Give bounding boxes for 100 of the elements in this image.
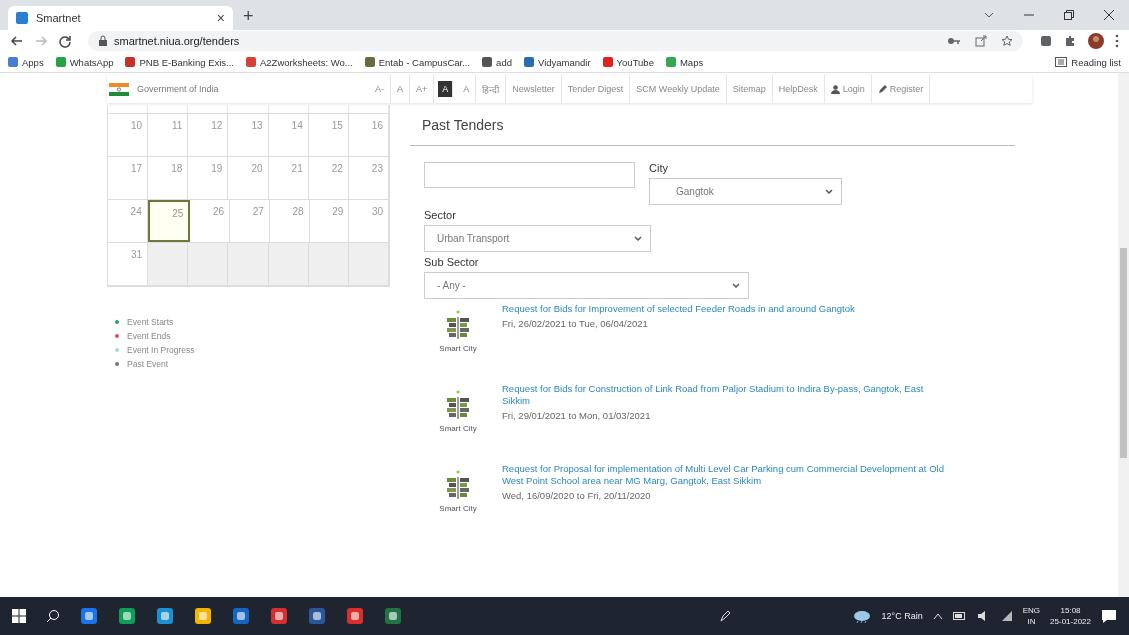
bookmark-link[interactable]: Apps <box>8 56 44 68</box>
taskbar-app-icon[interactable] <box>346 607 364 625</box>
site-icon <box>16 12 28 24</box>
subsector-select[interactable]: - Any - <box>424 272 749 299</box>
logo-caption: Smart City <box>439 344 477 353</box>
bookmark-link[interactable]: Entab - CampusCar... <box>364 56 471 68</box>
sector-select[interactable]: Urban Transport <box>424 225 651 252</box>
bookmark-link[interactable]: Vidyamandir <box>523 56 591 68</box>
reload-icon[interactable] <box>58 34 72 48</box>
browser-tab[interactable]: Smartnet × <box>8 6 233 30</box>
bookmark-link[interactable]: PNB E-Banking Exis... <box>125 56 234 68</box>
key-icon[interactable] <box>947 36 961 46</box>
address-field[interactable]: smartnet.niua.org/tenders <box>88 31 1023 51</box>
calendar-day[interactable]: 21 <box>268 157 309 199</box>
calendar-day[interactable]: 18 <box>148 157 189 199</box>
logo-caption: Smart City <box>439 504 477 513</box>
star-icon[interactable] <box>1001 35 1013 47</box>
puzzle-icon[interactable] <box>1063 34 1077 48</box>
calendar-day[interactable]: 13 <box>228 114 269 156</box>
menu-icon[interactable] <box>1115 34 1119 48</box>
logo-caption: Smart City <box>439 424 477 433</box>
font-size-button[interactable]: A- <box>369 75 391 103</box>
avatar-icon[interactable] <box>1087 32 1105 50</box>
calendar-day[interactable]: 19 <box>188 157 229 199</box>
taskbar-app-icon[interactable] <box>384 607 402 625</box>
wifi-icon[interactable] <box>1000 610 1013 622</box>
calendar-day[interactable]: 14 <box>268 114 309 156</box>
nav-link[interactable]: Login <box>824 75 872 103</box>
taskbar-app-icon[interactable] <box>118 607 136 625</box>
language-indicator[interactable]: ENG IN <box>1022 605 1041 627</box>
field-label: City <box>649 162 669 174</box>
reading-list-button[interactable]: Reading list <box>1055 56 1121 68</box>
city-select[interactable]: Gangtok <box>649 178 842 205</box>
tender-link[interactable]: Request for Bids for Construction of Link Road from Paljor Stadium to Indira By-pass, Gangtok, East Sikkim <box>502 383 947 407</box>
nav-link[interactable]: Newsletter <box>506 75 562 103</box>
calendar-day[interactable]: 15 <box>308 114 349 156</box>
tender-dates: Fri, 29/01/2021 to Mon, 01/03/2021 <box>502 410 652 422</box>
calendar-day[interactable]: 28 <box>269 200 310 242</box>
weather-text[interactable]: 12°C Rain <box>881 611 923 621</box>
calendar-day[interactable]: 27 <box>230 200 270 242</box>
bookmark-link[interactable]: add <box>482 56 512 68</box>
bookmark-link[interactable]: YouTube <box>602 56 654 68</box>
tender-link[interactable]: Request for Proposal for implementation of Multi Level Car Parking cum Commercial Development at Old West Point School area near MG Marg, Gangtok, East Sikkim <box>502 463 947 487</box>
font-size-button[interactable]: A+ <box>410 75 435 103</box>
font-size-button[interactable]: A <box>457 75 477 103</box>
taskbar-app-icon[interactable] <box>80 607 98 625</box>
back-icon[interactable] <box>10 34 24 48</box>
bookmark-link[interactable]: WhatsApp <box>55 56 114 68</box>
share-icon[interactable] <box>975 35 987 47</box>
taskbar-app-icon[interactable] <box>308 607 326 625</box>
font-size-button[interactable]: A <box>438 81 454 97</box>
nav-link[interactable]: Tender Digest <box>561 75 631 103</box>
calendar-day[interactable]: 16 <box>348 114 389 156</box>
user-icon <box>830 84 840 94</box>
battery-icon[interactable] <box>952 611 967 621</box>
bookmark-link[interactable]: Maps <box>665 56 704 68</box>
scrollbar[interactable] <box>1118 73 1129 597</box>
nav-link[interactable]: SCM Weekly Update <box>630 75 727 103</box>
calendar-day[interactable]: 17 <box>108 157 149 199</box>
nav-link[interactable]: Register <box>871 75 931 103</box>
taskbar-app-icon[interactable] <box>194 607 212 625</box>
calendar-day[interactable]: 26 <box>190 200 231 242</box>
calendar-day[interactable]: 23 <box>348 157 389 199</box>
tab-title: Smartnet <box>36 12 82 24</box>
tender-link[interactable]: Request for Bids for Improvement of selected Feeder Roads in and around Gangtok <box>502 303 947 315</box>
nav-link[interactable]: हिन्दी <box>476 75 507 103</box>
windows-start-icon[interactable] <box>12 609 26 623</box>
calendar-day[interactable]: 22 <box>308 157 349 199</box>
field-label: Sub Sector <box>424 256 479 268</box>
taskbar-app-icon[interactable] <box>156 607 174 625</box>
notification-icon[interactable] <box>1101 608 1117 624</box>
calendar-day[interactable]: 25 <box>147 200 191 242</box>
legend-label: Event In Progress <box>127 345 195 355</box>
maximize-icon[interactable] <box>1063 9 1075 21</box>
pen-icon[interactable] <box>717 609 732 623</box>
tender-dates: Wed, 16/09/2020 to Fri, 20/11/2020 <box>502 490 652 502</box>
calendar-day[interactable]: 20 <box>228 157 269 199</box>
nav-link[interactable]: HelpDesk <box>772 75 825 103</box>
calendar-day[interactable]: 11 <box>148 114 189 156</box>
calendar-day[interactable]: 12 <box>188 114 229 156</box>
font-size-button[interactable]: A <box>391 75 410 103</box>
chevron-up-icon[interactable] <box>932 612 943 620</box>
close-tab-button[interactable]: × <box>216 10 225 26</box>
legend-label: Event Ends <box>127 331 171 341</box>
new-tab-button[interactable]: + <box>243 6 254 27</box>
flag-icon <box>109 82 129 96</box>
bookmark-link[interactable]: A2Zworksheets: Wo... <box>246 56 353 68</box>
close-icon[interactable] <box>1103 9 1115 21</box>
taskbar-app-icon[interactable] <box>270 607 288 625</box>
nav-link[interactable]: Sitemap <box>726 75 773 103</box>
search-icon[interactable] <box>46 609 60 623</box>
search-field[interactable] <box>424 162 635 188</box>
legend-label: Event Starts <box>127 317 174 327</box>
calendar-day[interactable]: 24 <box>108 200 148 242</box>
clock[interactable]: 15:08 25-01-2022 <box>1050 605 1091 627</box>
taskbar-app-icon[interactable] <box>232 607 250 625</box>
calendar-day[interactable]: 10 <box>108 114 149 156</box>
cloud-icon <box>851 609 872 623</box>
calendar-day[interactable]: 30 <box>349 200 390 242</box>
calendar-day[interactable]: 29 <box>309 200 350 242</box>
